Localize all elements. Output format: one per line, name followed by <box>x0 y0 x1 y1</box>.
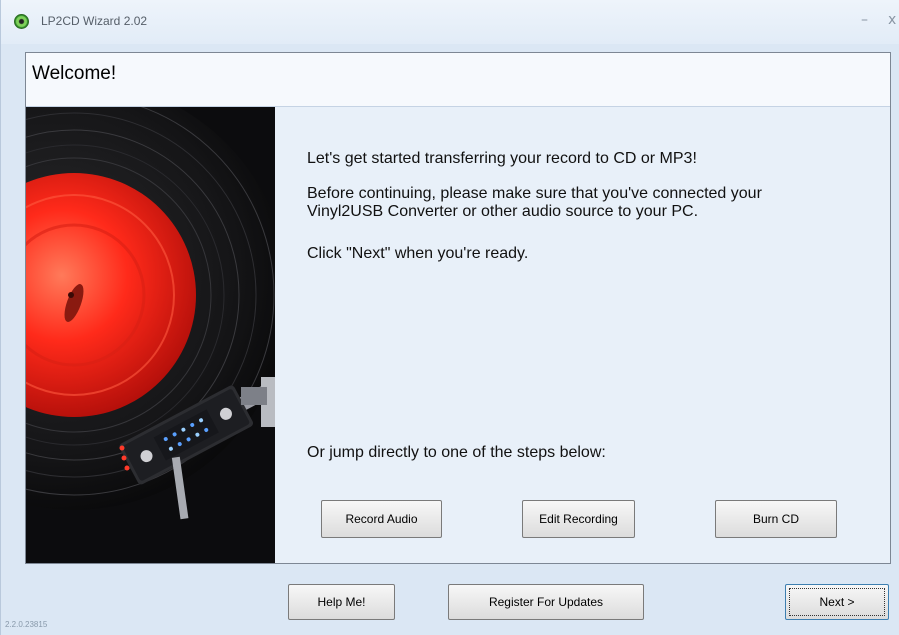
jump-text: Or jump directly to one of the steps bel… <box>307 444 606 461</box>
burn-cd-button[interactable]: Burn CD <box>715 500 837 538</box>
register-updates-button[interactable]: Register For Updates <box>448 584 644 620</box>
record-audio-button[interactable]: Record Audio <box>321 500 442 538</box>
intro-text: Let's get started transferring your reco… <box>307 150 697 167</box>
version-label: 2.2.0.23815 <box>5 620 48 629</box>
turntable-image <box>26 107 275 563</box>
lp2cd-disc-icon <box>14 14 29 29</box>
edit-recording-button[interactable]: Edit Recording <box>522 500 635 538</box>
wizard-window: LP2CD Wizard 2.02 – x Welcome! Let's get… <box>0 0 899 635</box>
next-button[interactable]: Next > <box>785 584 889 620</box>
turntable-illustration <box>26 107 275 563</box>
instruction-text: Before continuing, please make sure that… <box>307 185 762 220</box>
window-title: LP2CD Wizard 2.02 <box>41 14 148 28</box>
focus-indicator <box>789 588 885 616</box>
help-button[interactable]: Help Me! <box>288 584 395 620</box>
welcome-panel: Welcome! Let's get started transferring … <box>25 52 891 564</box>
ready-text: Click "Next" when you're ready. <box>307 245 529 262</box>
title-bar[interactable]: LP2CD Wizard 2.02 – x <box>1 0 899 44</box>
minimize-button[interactable]: – <box>861 12 868 28</box>
close-button[interactable]: x <box>888 12 896 28</box>
header-band: Welcome! <box>26 53 890 107</box>
page-title: Welcome! <box>32 63 117 84</box>
